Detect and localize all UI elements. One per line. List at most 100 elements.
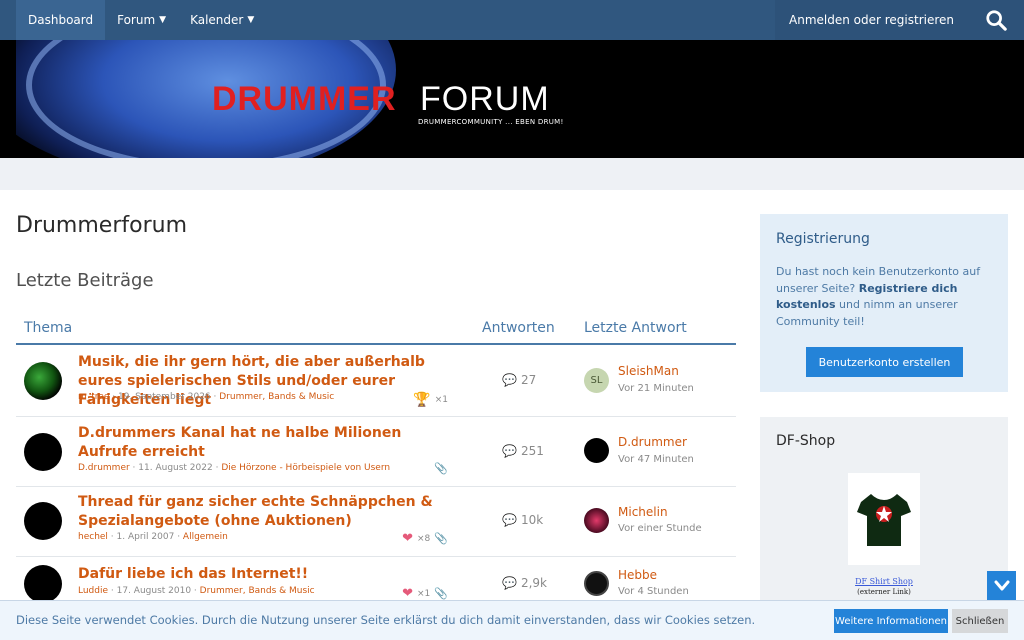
nav-user-area: Anmelden oder registrieren: [775, 0, 1024, 40]
breadcrumb-strip: [0, 158, 1024, 190]
reply-count-value: 2,9k: [520, 576, 547, 590]
cookie-close-button[interactable]: Schließen: [952, 609, 1008, 633]
reaction-count: ×1: [434, 395, 448, 405]
heart-icon: ❤: [402, 586, 414, 601]
reply-count-value: 251: [520, 444, 544, 458]
external-link-note: (externer Link): [857, 588, 911, 596]
chevron-down-icon: ▼: [159, 15, 167, 25]
shop-link[interactable]: DF Shirt Shop: [760, 577, 1008, 586]
thread-badges: 🏆 ×1: [413, 392, 448, 408]
thread-forum[interactable]: Allgemein: [183, 532, 228, 542]
thread-author[interactable]: D.drummer: [78, 463, 130, 473]
thread-forum[interactable]: Drummer, Bands & Music: [200, 586, 315, 596]
column-header-last-reply: Letzte Antwort: [584, 320, 687, 336]
scroll-down-button[interactable]: [987, 571, 1016, 600]
avatar[interactable]: [24, 433, 62, 471]
last-reply-user[interactable]: SleishMan: [618, 364, 679, 378]
column-header-replies: Antworten: [482, 320, 555, 336]
last-reply-time[interactable]: Vor einer Stunde: [618, 523, 702, 534]
shop-box: DF-Shop DF Shirt Shop (externer Link): [760, 417, 1008, 607]
table-row: D.drummers Kanal hat ne halbe Milionen A…: [16, 417, 736, 487]
nav-tab-dashboard[interactable]: Dashboard: [16, 0, 106, 40]
comment-icon: 💬: [502, 513, 517, 527]
comment-icon: 💬: [502, 444, 517, 458]
section-title: Letzte Beiträge: [16, 270, 154, 291]
thread-author[interactable]: Luddie: [78, 586, 108, 596]
top-navigation: Dashboard Forum ▼ Kalender ▼ Anmelden od…: [0, 0, 1024, 40]
heart-icon: ❤: [402, 531, 414, 546]
login-register-link[interactable]: Anmelden oder registrieren: [775, 0, 968, 40]
column-header-topic: Thema: [24, 320, 73, 336]
banner-image[interactable]: DRUMMER FORUM DRUMMERCOMMUNITY ... EBEN …: [16, 40, 1024, 158]
nav-tab-label: Dashboard: [28, 13, 94, 27]
cookie-more-info-button[interactable]: Weitere Informationen: [834, 609, 948, 633]
thread-title[interactable]: D.drummers Kanal hat ne halbe Milionen A…: [78, 424, 448, 462]
last-reply-user[interactable]: Michelin: [618, 505, 668, 519]
last-reply-time[interactable]: Vor 4 Stunden: [618, 586, 689, 597]
comment-icon: 💬: [502, 576, 517, 590]
tshirt-icon: [857, 494, 911, 546]
thread-badges: ❤ ×1 📎: [402, 586, 448, 601]
avatar-initials: SL: [590, 375, 603, 386]
last-reply-user[interactable]: D.drummer: [618, 435, 687, 449]
table-row: Thread für ganz sicher echte Schnäppchen…: [16, 487, 736, 557]
registration-title: Registrierung: [776, 231, 870, 247]
reply-count: 💬 251: [502, 444, 544, 458]
table-row: Musik, die ihr gern hört, die aber außer…: [16, 346, 736, 417]
shop-title: DF-Shop: [776, 433, 836, 449]
avatar[interactable]: [24, 362, 62, 400]
registration-box: Registrierung Du hast noch kein Benutzer…: [760, 214, 1008, 392]
cookie-notice: Diese Seite verwendet Cookies. Durch die…: [0, 600, 1024, 640]
last-reply-avatar[interactable]: SL: [584, 368, 609, 393]
thread-date[interactable]: 11. August 2022: [138, 463, 212, 473]
shop-shirt-image[interactable]: [848, 473, 920, 565]
thread-meta: D.drummer · 11. August 2022 · Die Hörzon…: [78, 463, 391, 473]
paperclip-icon: 📎: [434, 532, 448, 545]
paperclip-icon: 📎: [434, 462, 448, 475]
threads-table-header: Thema Antworten Letzte Antwort: [16, 312, 736, 345]
last-reply-avatar[interactable]: [584, 571, 609, 596]
page-title: Drummerforum: [16, 213, 187, 238]
comment-icon: 💬: [502, 373, 517, 387]
thread-author[interactable]: hechel: [78, 532, 108, 542]
trophy-icon: 🏆: [413, 392, 431, 408]
nav-tab-label: Forum: [117, 13, 156, 27]
avatar[interactable]: [24, 565, 62, 603]
thread-date[interactable]: 17. August 2010: [117, 586, 191, 596]
logo-tagline: DRUMMERCOMMUNITY ... EBEN DRUM!: [418, 118, 564, 126]
header-banner: DRUMMER FORUM DRUMMERCOMMUNITY ... EBEN …: [0, 40, 1024, 158]
avatar[interactable]: [24, 502, 62, 540]
thread-forum[interactable]: Die Hörzone - Hörbeispiele von Usern: [221, 463, 390, 473]
search-icon: [986, 10, 1007, 31]
reply-count: 💬 10k: [502, 513, 543, 527]
reply-count: 💬 27: [502, 373, 536, 387]
reaction-count: ×1: [417, 588, 431, 599]
thread-author[interactable]: m_tree: [78, 392, 109, 402]
nav-tab-forum[interactable]: Forum ▼: [105, 0, 178, 40]
thread-date[interactable]: 19. September 2026: [118, 392, 211, 402]
thread-meta: m_tree · 19. September 2026 · Drummer, B…: [78, 392, 335, 402]
create-account-button[interactable]: Benutzerkonto erstellen: [806, 347, 963, 377]
logo-text-primary: DRUMMER: [212, 80, 397, 118]
thread-meta: Luddie · 17. August 2010 · Drummer, Band…: [78, 586, 315, 596]
registration-text: Du hast noch kein Benutzerkonto auf unse…: [776, 264, 996, 330]
thread-badges: 📎: [434, 462, 448, 475]
thread-title[interactable]: Dafür liebe ich das Internet!!: [78, 565, 448, 584]
last-reply-user[interactable]: Hebbe: [618, 568, 657, 582]
thread-title[interactable]: Thread für ganz sicher echte Schnäppchen…: [78, 493, 448, 531]
reaction-count: ×8: [417, 533, 431, 544]
search-button[interactable]: [968, 0, 1024, 40]
last-reply-avatar[interactable]: [584, 508, 609, 533]
reply-count-value: 27: [520, 373, 537, 387]
nav-tab-kalender[interactable]: Kalender ▼: [178, 0, 266, 40]
last-reply-time[interactable]: Vor 21 Minuten: [618, 383, 694, 394]
paperclip-icon: 📎: [434, 587, 448, 600]
reply-count: 💬 2,9k: [502, 576, 547, 590]
thread-date[interactable]: 1. April 2007: [117, 532, 175, 542]
chevron-down-icon: ▼: [247, 15, 255, 25]
last-reply-time[interactable]: Vor 47 Minuten: [618, 454, 694, 465]
last-reply-avatar[interactable]: [584, 438, 609, 463]
chevron-down-icon: [994, 580, 1009, 590]
thread-forum[interactable]: Drummer, Bands & Music: [219, 392, 334, 402]
reply-count-value: 10k: [520, 513, 544, 527]
